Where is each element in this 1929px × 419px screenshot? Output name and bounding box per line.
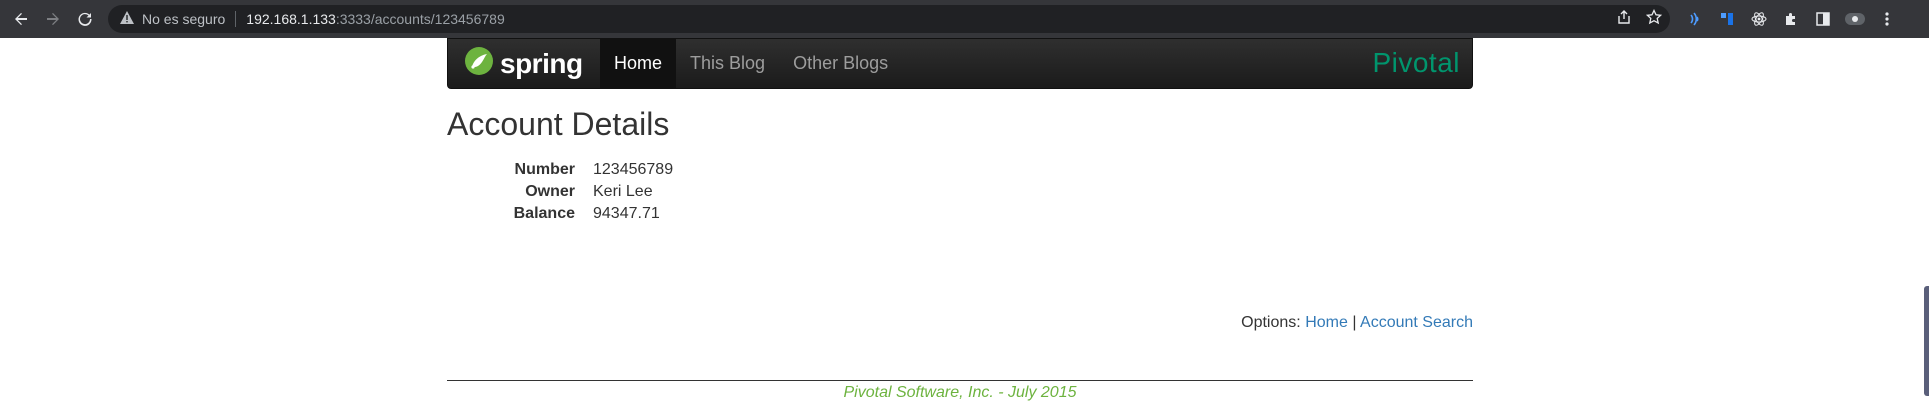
page-container: spring Home This Blog Other Blogs Pivota… <box>447 38 1473 401</box>
detail-value: 94347.71 <box>593 205 660 222</box>
footer-text: Pivotal Software, Inc. - July 2015 <box>843 384 1077 401</box>
detail-label: Owner <box>525 183 575 200</box>
detail-value: 123456789 <box>593 161 674 178</box>
react-devtools-icon[interactable] <box>1748 8 1770 30</box>
extensions-puzzle-icon[interactable] <box>1780 8 1802 30</box>
share-icon[interactable] <box>1616 9 1632 30</box>
nav-this-blog[interactable]: This Blog <box>676 39 779 88</box>
options-label: Options: <box>1241 314 1301 331</box>
detail-row-owner: Owner Keri Lee <box>447 181 1473 203</box>
account-details: Number 123456789 Owner Keri Lee Balance … <box>447 159 1473 225</box>
detail-label: Number <box>514 161 575 178</box>
warning-icon <box>120 11 134 27</box>
url-text[interactable]: 192.168.1.133:3333/accounts/123456789 <box>246 11 504 27</box>
spring-leaf-icon <box>464 46 494 81</box>
detail-label: Balance <box>513 205 575 222</box>
nav-other-blogs[interactable]: Other Blogs <box>779 39 902 88</box>
options-home-link[interactable]: Home <box>1305 314 1348 331</box>
footer-divider <box>447 380 1473 381</box>
url-host: 192.168.1.133 <box>246 11 336 27</box>
detail-row-number: Number 123456789 <box>447 159 1473 181</box>
menu-kebab-icon[interactable] <box>1876 8 1898 30</box>
site-navbar: spring Home This Blog Other Blogs Pivota… <box>447 38 1473 89</box>
brand-name: spring <box>500 47 583 79</box>
options-separator: | <box>1352 314 1357 331</box>
edge-widget <box>1924 286 1929 396</box>
forward-icon[interactable] <box>37 0 69 38</box>
security-text: No es seguro <box>142 11 226 27</box>
options-account-search-link[interactable]: Account Search <box>1360 314 1473 331</box>
detail-row-balance: Balance 94347.71 <box>447 203 1473 225</box>
pivotal-logo: Pivotal <box>1372 47 1460 78</box>
browser-toolbar: No es seguro 192.168.1.133:3333/accounts… <box>0 0 1929 38</box>
options-bar: Options: Home | Account Search <box>1241 314 1473 332</box>
spring-brand[interactable]: spring <box>448 39 600 88</box>
detail-value: Keri Lee <box>593 183 653 200</box>
address-bar[interactable]: No es seguro 192.168.1.133:3333/accounts… <box>108 5 1670 33</box>
page-title: Account Details <box>447 106 670 142</box>
security-indicator[interactable]: No es seguro <box>120 11 225 27</box>
nav-home[interactable]: Home <box>600 39 677 88</box>
bookmark-star-icon[interactable] <box>1645 8 1663 30</box>
reload-icon[interactable] <box>69 0 101 38</box>
omnibox-divider <box>235 11 237 27</box>
side-panel-icon[interactable] <box>1812 8 1834 30</box>
url-path: :3333/accounts/123456789 <box>335 11 505 27</box>
profile-avatar-icon[interactable] <box>1844 8 1866 30</box>
extension-wifi-icon[interactable] <box>1684 8 1706 30</box>
back-icon[interactable] <box>5 0 37 38</box>
extension-blue-icon[interactable] <box>1716 8 1738 30</box>
